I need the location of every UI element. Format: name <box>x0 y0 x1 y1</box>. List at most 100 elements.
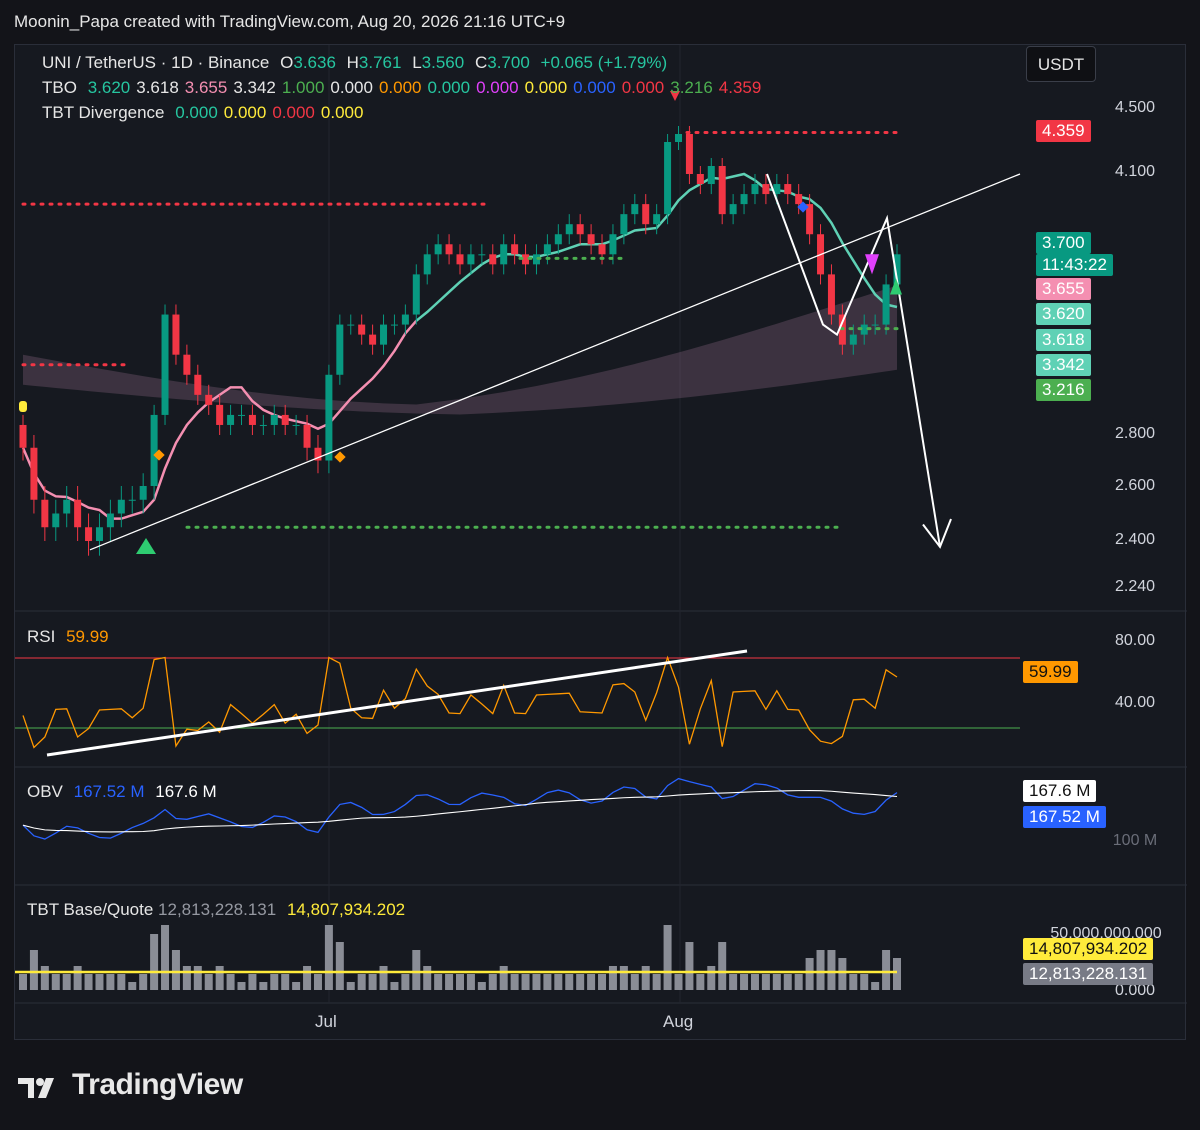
candle-body <box>740 194 748 205</box>
volume-bar <box>29 950 38 990</box>
volume-bar <box>532 974 541 990</box>
candle-body <box>653 214 661 225</box>
volume-bar <box>139 974 148 990</box>
tradingview-brand[interactable]: TradingView <box>72 1068 243 1102</box>
volume-bar <box>860 974 869 990</box>
candle-body <box>707 166 715 185</box>
candle-body <box>85 527 93 541</box>
tbo-low-tag: 3.216 <box>1036 379 1091 401</box>
candle-body <box>63 499 71 514</box>
candle-body <box>401 314 409 325</box>
legend-value: 3.342 <box>233 78 276 97</box>
candle-body <box>358 324 366 335</box>
volume-bar <box>84 974 93 990</box>
legend-value: 0.000 <box>573 78 616 97</box>
candle-body <box>423 254 431 275</box>
candle-body <box>871 324 879 326</box>
candle-body <box>139 486 147 500</box>
volume-bar <box>893 958 901 990</box>
candle-body <box>95 527 103 541</box>
volume-bar <box>193 966 202 990</box>
candle-body <box>827 274 835 315</box>
divergence-marker <box>334 451 346 463</box>
volume-bar <box>510 974 519 990</box>
volume-bar <box>696 974 705 990</box>
volume-bar <box>619 966 628 990</box>
tbo-legend[interactable]: TBO 3.620 3.618 3.655 3.342 1.000 0.000 0.000 0… <box>42 78 767 98</box>
candle-body <box>150 414 158 486</box>
volume-bar <box>128 982 137 990</box>
volume-bar <box>685 942 694 990</box>
volume-bar <box>838 958 847 990</box>
obv-axis-label: 100 M <box>1112 832 1158 849</box>
divergence-legend[interactable]: TBT Divergence 0.000 0.000 0.000 0.000 <box>42 103 369 123</box>
volume-bar <box>871 982 880 990</box>
candle-body <box>609 234 617 255</box>
candle-body <box>183 354 191 375</box>
volume-bar <box>761 974 770 990</box>
volume-bar <box>248 974 257 990</box>
obv-legend[interactable]: OBV 167.52 M 167.6 M <box>27 782 223 802</box>
alert-marker <box>19 401 27 412</box>
volume-bar <box>576 974 585 990</box>
volume-bar <box>423 966 432 990</box>
change-value: +0.065 (+1.79%) <box>540 53 668 72</box>
price-axis-label: 4.500 <box>1114 99 1156 116</box>
candle-body <box>30 447 38 500</box>
tbo-fast-line <box>415 172 898 322</box>
volume-bar <box>718 942 727 990</box>
currency-button[interactable]: USDT <box>1026 46 1096 82</box>
volume-bar <box>73 966 82 990</box>
volume-bar <box>554 974 563 990</box>
candle-body <box>642 204 650 225</box>
volume-bar <box>499 966 508 990</box>
volume-bar <box>663 925 672 990</box>
symbol-title[interactable]: UNI / TetherUS · 1D · Binance <box>42 53 269 72</box>
rsi-value-tag: 59.99 <box>1023 661 1078 683</box>
candle-body <box>128 499 136 501</box>
volume-bar <box>270 974 279 990</box>
tbo-cloud <box>23 285 897 415</box>
legend-value: 0.000 <box>175 103 218 122</box>
candle-body <box>325 374 333 461</box>
price-axis-label: 2.800 <box>1114 425 1156 442</box>
volume-legend[interactable]: TBT Base/Quote 12,813,228.131 14,807,934… <box>27 900 411 920</box>
volume-bar <box>652 974 661 990</box>
candle-body <box>685 134 693 174</box>
volume-bar <box>150 934 159 990</box>
candle-body <box>52 513 60 528</box>
volume-value-tag: 12,813,228.131 <box>1023 963 1154 985</box>
price-axis-label: 4.100 <box>1114 163 1156 180</box>
candle-body <box>369 334 377 345</box>
chart-canvas[interactable] <box>15 45 1187 1041</box>
candle-body <box>216 404 224 425</box>
volume-bar <box>445 974 454 990</box>
volume-ma-tag: 14,807,934.202 <box>1023 938 1154 960</box>
candle-body <box>784 184 792 195</box>
candle-body <box>554 234 562 245</box>
volume-bar <box>215 966 224 990</box>
candle-body <box>380 324 388 345</box>
volume-bar <box>608 966 617 990</box>
rsi-legend[interactable]: RSI 59.99 <box>27 627 115 647</box>
rsi-line <box>22 655 898 749</box>
candle-body <box>259 424 267 426</box>
volume-bar <box>324 925 333 990</box>
volume-bar <box>794 974 803 990</box>
price-axis-label: 2.400 <box>1114 531 1156 548</box>
legend-value: 3.620 <box>87 78 131 97</box>
volume-bar <box>182 966 191 990</box>
volume-bar <box>488 974 497 990</box>
volume-bar <box>335 942 344 990</box>
legend-value: 0.000 <box>330 78 373 97</box>
volume-bar <box>40 966 49 990</box>
volume-bar <box>292 982 301 990</box>
volume-bar <box>434 974 443 990</box>
volume-bar <box>346 982 355 990</box>
candle-body <box>489 254 497 265</box>
volume-bar <box>750 974 759 990</box>
legend-value: 0.000 <box>223 103 267 122</box>
candle-body <box>161 314 169 415</box>
obv-value-tag: 167.52 M <box>1023 806 1106 828</box>
candle-body <box>631 204 639 215</box>
